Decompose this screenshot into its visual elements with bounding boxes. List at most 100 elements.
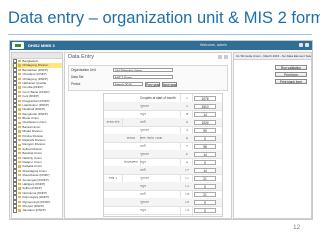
title-rule [8, 34, 312, 35]
value-input[interactable]: 21 [194, 191, 216, 197]
apps-icon[interactable] [299, 43, 303, 47]
folder-icon [18, 187, 22, 190]
row-number: ১৪ [184, 200, 190, 204]
folder-icon [18, 77, 22, 80]
print-form-button[interactable]: Print form [275, 72, 307, 78]
folder-icon [18, 200, 22, 203]
org-unit-field[interactable]: UH Shimulia Union [113, 67, 173, 73]
folder-icon [18, 99, 22, 102]
run-validation-button[interactable]: Run validation [275, 65, 307, 71]
value-input[interactable]: 1524 [194, 119, 216, 125]
row-label: Couples at start of month [140, 96, 176, 100]
folder-icon [18, 121, 22, 124]
row-number: ১৫ [184, 208, 190, 212]
row-label: নতুন [140, 208, 147, 212]
folder-icon [18, 95, 22, 98]
folder-icon [18, 183, 22, 186]
row-label: অন্য পদ্ধতি থেকে [140, 136, 163, 140]
next-year-button[interactable]: Next year [162, 81, 177, 87]
panel-title: Data Entry [68, 54, 94, 60]
data-entry-panel: Data Entry Organisation Unit UH Shimulia… [64, 52, 232, 219]
page-number: 12 [293, 224, 301, 231]
folder-icon [18, 104, 22, 107]
row-number: ১২ [184, 184, 190, 188]
folder-icon [18, 64, 22, 67]
folder-icon [18, 125, 22, 129]
folder-icon [18, 90, 22, 94]
folder-icon [18, 117, 22, 120]
row-label: নতুন [140, 112, 147, 116]
value-input[interactable]: 98 [194, 143, 216, 149]
close-icon[interactable] [224, 55, 228, 59]
folder-icon [18, 178, 22, 181]
row-number: ৬ [185, 136, 189, 140]
row-number: ৪ [185, 120, 189, 124]
row-label: মোট [140, 120, 146, 124]
folder-icon [18, 191, 22, 194]
folder-icon [18, 161, 22, 164]
folder-icon [18, 143, 22, 146]
folder-icon [18, 204, 22, 208]
panel-tools [218, 55, 228, 59]
value-input[interactable]: 14 [194, 111, 216, 117]
folder-icon [18, 165, 22, 168]
folder-icon [18, 68, 22, 72]
period-select[interactable]: March 2016 [113, 81, 143, 87]
org-unit-tree[interactable]: Bangladesh Chittagong Division Bandarban (… [11, 52, 63, 219]
help-icon[interactable] [218, 55, 222, 59]
row-label: পুরাতন [140, 152, 150, 156]
folder-icon [18, 147, 22, 151]
row-label: নতুন [140, 184, 147, 188]
selection-form: Organisation Unit UH Shimulia Union Data… [68, 65, 228, 91]
action-panel: UL Shimulia Union - March 2016 - No Data… [233, 52, 312, 219]
org-unit-label: Organisation Unit [71, 67, 96, 72]
header-icons [299, 43, 309, 47]
row-number: ৫ [185, 128, 189, 132]
row-number: ৯ [185, 160, 189, 164]
folder-icon [18, 174, 22, 177]
value-input[interactable]: 9 [194, 199, 216, 205]
value-input[interactable]: 0 [194, 159, 216, 165]
table-row: নতুন ১৫ 0 [104, 206, 222, 215]
tree-item[interactable]: Jamalpur (DNFP) [12, 208, 62, 213]
folder-icon [18, 169, 22, 173]
dataset-select[interactable]: MIS 2 Form [113, 74, 173, 80]
row-label: মোট [140, 168, 146, 172]
row-number: ৮ [185, 152, 189, 156]
value-input[interactable]: 14 [194, 167, 216, 173]
row-number: ১ [185, 96, 189, 100]
row-group-label: ফরম ২ [104, 174, 123, 182]
screenshot: DHIS2 MMIS 3 Welcome, admin Bangladesh Ch… [9, 40, 313, 220]
print-blank-form-button[interactable]: Print blank form [275, 79, 307, 85]
value-input[interactable]: 0 [194, 135, 216, 141]
value-input[interactable]: 0 [194, 183, 216, 189]
folder-icon [18, 134, 22, 137]
period-label: Period [71, 81, 81, 86]
profile-icon[interactable] [305, 43, 309, 47]
value-input[interactable]: 1076 [194, 95, 216, 101]
value-input[interactable]: 0 [194, 207, 216, 213]
value-input[interactable]: 21 [194, 175, 216, 181]
row-number: ৭ [185, 144, 189, 148]
selection-status: UL Shimulia Union - March 2016 - No Data… [234, 53, 311, 60]
app-name: DHIS2 MMIS 3 [28, 43, 55, 48]
folder-icon [18, 209, 22, 212]
folder-icon [18, 112, 22, 115]
row-label: নতুন [140, 160, 147, 164]
row-number: ২ [185, 104, 189, 108]
app-header: DHIS2 MMIS 3 Welcome, admin [10, 41, 312, 50]
expand-icon[interactable] [13, 208, 18, 213]
row-number: ১৩ [184, 192, 190, 196]
dataset-label: Data Set [71, 74, 84, 79]
value-input[interactable]: 1510 [194, 103, 216, 109]
row-number: ১০ [184, 168, 190, 172]
row-label: পুরাতন [140, 176, 150, 180]
dhis2-logo [12, 42, 24, 49]
row-label: মোট [140, 192, 146, 196]
row-label: পুরাতন [140, 104, 150, 108]
value-input[interactable]: 14 [194, 151, 216, 157]
folder-icon [18, 108, 22, 111]
prev-year-button[interactable]: Prev year [145, 81, 160, 87]
folder-icon [18, 139, 22, 142]
value-input[interactable]: 90 [194, 127, 216, 133]
